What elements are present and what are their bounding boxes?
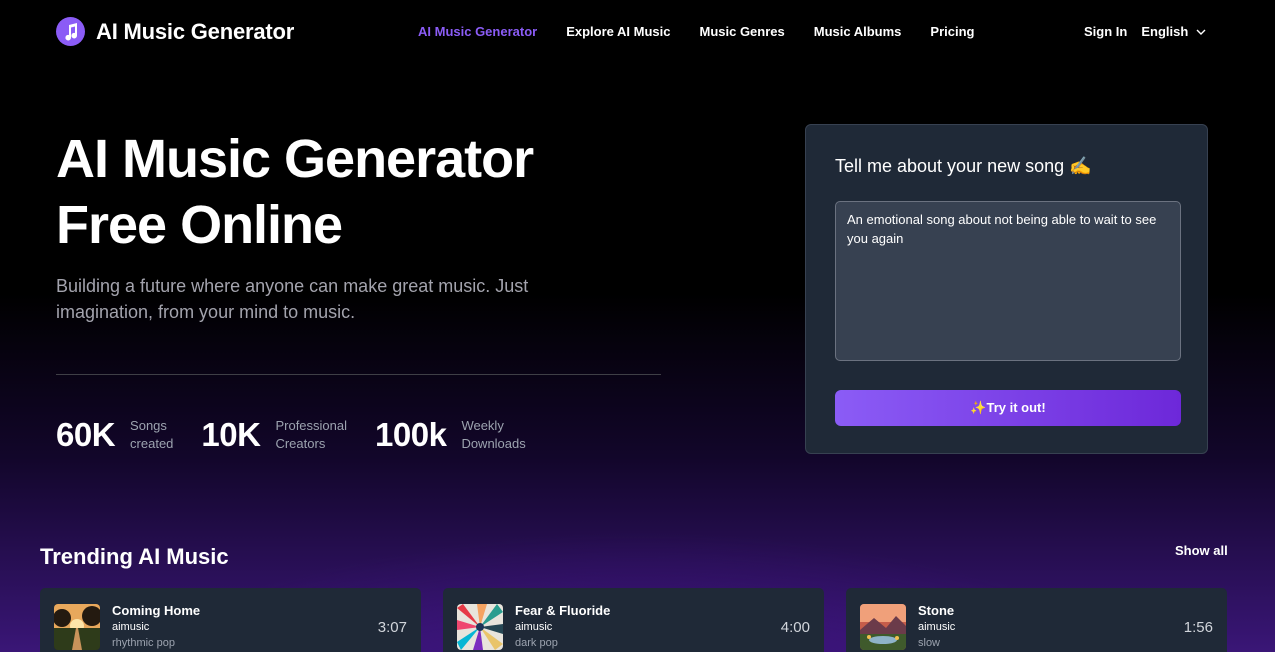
track-duration: 4:00 xyxy=(780,619,810,636)
hero-subtitle: Building a future where anyone can make … xyxy=(56,276,529,322)
language-label: English xyxy=(1141,24,1189,39)
prompt-card-title: Tell me about your new song ✍️ xyxy=(835,156,1092,176)
stat-label: Weekly Downloads xyxy=(461,418,526,451)
track-genre: dark pop xyxy=(515,637,558,649)
cover-art-landscape-pond xyxy=(860,604,906,650)
stat-downloads: 100k Weekly Downloads xyxy=(375,416,526,454)
track-title: Fear & Fluoride xyxy=(515,603,611,618)
hero-title-line1: AI Music Generator xyxy=(56,129,534,189)
cover-art-color-burst xyxy=(457,604,503,650)
nav-pricing[interactable]: Pricing xyxy=(930,24,974,39)
song-prompt-card: Tell me about your new song ✍️ An emotio… xyxy=(805,124,1208,454)
track-duration: 1:56 xyxy=(1183,619,1213,636)
stat-songs: 60K Songs created xyxy=(56,416,173,454)
nav-ai-music-generator[interactable]: AI Music Generator xyxy=(418,24,537,39)
sign-in-link[interactable]: Sign In xyxy=(1084,24,1127,39)
chevron-down-icon xyxy=(1196,29,1206,35)
track-card[interactable]: Fear & Fluoride aimusic dark pop 4:00 xyxy=(443,588,824,652)
track-card[interactable]: Stone aimusic slow 1:56 xyxy=(846,588,1227,652)
stat-value: 100k xyxy=(375,416,447,453)
stat-label: Songs created xyxy=(130,418,174,451)
hero-divider xyxy=(56,374,661,375)
top-navbar: AI Music Generator AI Music Generator Ex… xyxy=(0,0,1275,64)
stat-value: 10K xyxy=(201,416,261,453)
nav-explore-ai-music[interactable]: Explore AI Music xyxy=(566,24,670,39)
music-note-icon xyxy=(56,17,85,46)
hero-title: AI Music Generator Free Online xyxy=(56,126,534,258)
trending-track-list: Coming Home aimusic rhythmic pop 3:07 Fe… xyxy=(40,588,1227,652)
track-artist: aimusic xyxy=(515,621,553,633)
nav-music-genres[interactable]: Music Genres xyxy=(699,24,784,39)
show-all-link[interactable]: Show all xyxy=(1175,543,1228,558)
track-genre: slow xyxy=(918,637,941,649)
stat-creators: 10K Professional Creators xyxy=(201,416,347,454)
nav-music-albums[interactable]: Music Albums xyxy=(814,24,902,39)
track-title: Coming Home xyxy=(112,603,201,618)
track-duration: 3:07 xyxy=(377,619,407,636)
main-menu: AI Music Generator Explore AI Music Musi… xyxy=(418,24,974,39)
trending-section-title: Trending AI Music xyxy=(40,544,229,569)
song-description-input[interactable]: An emotional song about not being able t… xyxy=(835,201,1181,361)
track-card[interactable]: Coming Home aimusic rhythmic pop 3:07 xyxy=(40,588,421,652)
track-artist: aimusic xyxy=(918,621,956,633)
language-selector[interactable]: English xyxy=(1141,24,1207,39)
track-genre: rhythmic pop xyxy=(112,637,175,649)
brand-logo-link[interactable]: AI Music Generator xyxy=(56,17,294,46)
track-artist: aimusic xyxy=(112,621,150,633)
stat-value: 60K xyxy=(56,416,116,453)
stats-row: 60K Songs created 10K Professional Creator… xyxy=(56,416,554,454)
try-it-out-button[interactable]: ✨Try it out! xyxy=(835,390,1181,426)
hero-title-line2: Free Online xyxy=(56,195,343,255)
brand-name: AI Music Generator xyxy=(96,18,295,44)
account-controls: Sign In English xyxy=(1084,24,1207,39)
track-title: Stone xyxy=(918,603,955,618)
cover-art-sunset-road xyxy=(54,604,100,650)
stat-label: Professional Creators xyxy=(275,418,348,451)
